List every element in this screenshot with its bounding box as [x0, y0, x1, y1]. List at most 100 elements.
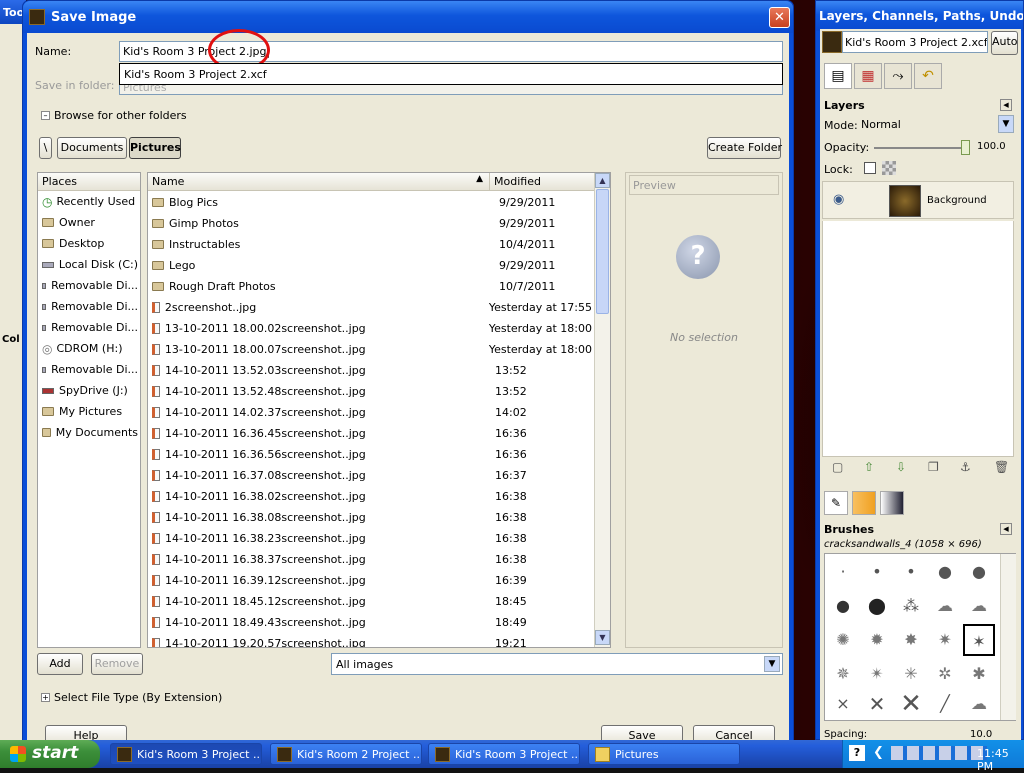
browse-folders-label[interactable]: Browse for other folders: [54, 109, 187, 122]
file-row[interactable]: 14-10-2011 16.37.08screenshot..jpg 16:37: [152, 465, 592, 486]
taskbar-task-button[interactable]: Kid's Room 3 Project ...: [110, 743, 262, 765]
file-row[interactable]: 14-10-2011 18.45.12screenshot..jpg 18:45: [152, 591, 592, 612]
tray-icons[interactable]: [891, 746, 987, 760]
path-button-documents[interactable]: Documents: [57, 137, 127, 159]
file-row[interactable]: 14-10-2011 16.38.08screenshot..jpg 16:38: [152, 507, 592, 528]
place-item[interactable]: ◷ Recently Used: [42, 191, 138, 212]
file-row[interactable]: 2screenshot..jpg Yesterday at 17:55: [152, 297, 592, 318]
file-row[interactable]: 14-10-2011 16.36.45screenshot..jpg 16:36: [152, 423, 592, 444]
add-place-button[interactable]: Add: [37, 653, 83, 675]
file-row[interactable]: Rough Draft Photos 10/7/2011: [152, 276, 592, 297]
scrollbar-thumb[interactable]: [596, 189, 609, 314]
dialog-titlebar[interactable]: Save Image ✕: [23, 1, 793, 33]
brush-crack[interactable]: ✳: [895, 658, 927, 690]
close-icon[interactable]: ✕: [769, 7, 790, 28]
file-row[interactable]: Instructables 10/4/2011: [152, 234, 592, 255]
brush-texture[interactable]: ☁: [963, 688, 995, 720]
chevron-left-icon[interactable]: ❮: [873, 745, 884, 760]
brush-cross-medium[interactable]: ✕: [861, 688, 893, 720]
undo-tab-icon[interactable]: ↶: [914, 63, 942, 89]
place-item[interactable]: Removable Di...: [42, 359, 138, 380]
create-folder-button[interactable]: Create Folder: [707, 137, 782, 159]
mode-select[interactable]: Normal ▼: [858, 115, 1014, 135]
lock-pixels-checkbox[interactable]: [864, 162, 876, 174]
clock[interactable]: 11:45 PM: [977, 747, 1024, 773]
brush-dot-large[interactable]: ●: [929, 556, 961, 588]
channels-tab-icon[interactable]: ▦: [854, 63, 882, 89]
file-row[interactable]: Lego 9/29/2011: [152, 255, 592, 276]
brush-fuzzy[interactable]: ●: [827, 590, 859, 622]
brush-dot-medium[interactable]: •: [861, 556, 893, 588]
place-item[interactable]: ◎ CDROM (H:): [42, 338, 138, 359]
place-item[interactable]: Removable Di...: [42, 275, 138, 296]
anchor-layer-icon[interactable]: ⚓: [960, 460, 971, 474]
chevron-down-icon[interactable]: ▼: [764, 656, 780, 672]
file-row[interactable]: 14-10-2011 16.36.56screenshot..jpg 16:36: [152, 444, 592, 465]
brush-cross-large[interactable]: ✕: [895, 688, 927, 720]
raise-layer-icon[interactable]: ⇧: [864, 460, 874, 474]
file-type-expander-icon[interactable]: +: [41, 693, 50, 702]
taskbar-task-button[interactable]: Kid's Room 2 Project ...: [270, 743, 422, 765]
modified-column-header[interactable]: Modified: [490, 173, 594, 191]
name-column-header[interactable]: Name ▲: [148, 173, 490, 191]
place-item[interactable]: Removable Di...: [42, 296, 138, 317]
layers-tab-icon[interactable]: ▤: [824, 63, 852, 89]
brush-crack[interactable]: ✸: [895, 624, 927, 656]
brush-crack[interactable]: ✵: [827, 658, 859, 690]
place-item[interactable]: Removable Di...: [42, 317, 138, 338]
layer-row-background[interactable]: ◉ Background: [822, 181, 1014, 219]
panel-menu-icon[interactable]: ◀: [1000, 99, 1012, 111]
place-item[interactable]: Local Disk (C:): [42, 254, 138, 275]
opacity-slider-handle[interactable]: [961, 140, 970, 155]
patterns-tab-icon[interactable]: [852, 491, 876, 515]
brush-crack[interactable]: ✹: [861, 624, 893, 656]
browse-expander-icon[interactable]: –: [41, 111, 50, 120]
lock-alpha-icon[interactable]: [882, 161, 896, 175]
eye-visibility-icon[interactable]: ◉: [833, 192, 844, 207]
start-button[interactable]: start: [0, 740, 100, 768]
brush-crack[interactable]: ✱: [963, 658, 995, 690]
auto-button[interactable]: Auto: [991, 31, 1018, 55]
new-layer-icon[interactable]: ▢: [832, 460, 843, 474]
place-item[interactable]: My Pictures: [42, 401, 138, 422]
image-select[interactable]: Kid's Room 3 Project 2.xcf-1: [842, 31, 988, 53]
brush-cross-small[interactable]: ×: [827, 688, 859, 720]
gradients-tab-icon[interactable]: [880, 491, 904, 515]
brush-dot-large[interactable]: ●: [963, 556, 995, 588]
file-list-scrollbar[interactable]: ▲ ▼: [594, 173, 610, 647]
file-row[interactable]: 14-10-2011 13.52.48screenshot..jpg 13:52: [152, 381, 592, 402]
path-button-pictures[interactable]: Pictures: [129, 137, 181, 159]
brush-splatter[interactable]: ⁂: [895, 590, 927, 622]
file-row[interactable]: 14-10-2011 16.38.23screenshot..jpg 16:38: [152, 528, 592, 549]
paths-tab-icon[interactable]: ⤳: [884, 63, 912, 89]
brush-texture[interactable]: ☁: [963, 590, 995, 622]
brushes-scrollbar[interactable]: [1000, 554, 1016, 720]
brush-pencil[interactable]: ╱: [929, 688, 961, 720]
dock-title[interactable]: Layers, Channels, Paths, Undo -...: [816, 1, 1023, 31]
help-tray-icon[interactable]: ?: [849, 745, 865, 761]
file-row[interactable]: 14-10-2011 13.52.03screenshot..jpg 13:52: [152, 360, 592, 381]
file-row[interactable]: 13-10-2011 18.00.02screenshot..jpg Yester…: [152, 318, 592, 339]
brush-crack[interactable]: ✷: [929, 624, 961, 656]
opacity-value[interactable]: 100.0: [977, 141, 1006, 152]
remove-place-button[interactable]: Remove: [91, 653, 143, 675]
taskbar-task-button[interactable]: Kid's Room 3 Project ...: [428, 743, 580, 765]
brush-dot-small[interactable]: ·: [827, 556, 859, 588]
file-row[interactable]: 14-10-2011 16.38.37screenshot..jpg 16:38: [152, 549, 592, 570]
place-item[interactable]: My Documents: [42, 422, 138, 443]
brush-fuzzy[interactable]: ⬤: [861, 590, 893, 622]
places-header[interactable]: Places: [38, 173, 140, 191]
select-file-type-label[interactable]: Select File Type (By Extension): [54, 691, 222, 704]
file-row[interactable]: Blog Pics 9/29/2011: [152, 192, 592, 213]
brush-selected-crack[interactable]: ✶: [963, 624, 995, 656]
brush-crack[interactable]: ✲: [929, 658, 961, 690]
scroll-down-icon[interactable]: ▼: [595, 630, 610, 645]
brushes-tab-icon[interactable]: ✎: [824, 491, 848, 515]
place-item[interactable]: Owner: [42, 212, 138, 233]
brush-dot-medium[interactable]: •: [895, 556, 927, 588]
lower-layer-icon[interactable]: ⇩: [896, 460, 906, 474]
file-row[interactable]: Gimp Photos 9/29/2011: [152, 213, 592, 234]
opacity-slider[interactable]: [874, 147, 968, 149]
chevron-down-icon[interactable]: ▼: [998, 115, 1014, 133]
file-row[interactable]: 14-10-2011 16.38.02screenshot..jpg 16:38: [152, 486, 592, 507]
